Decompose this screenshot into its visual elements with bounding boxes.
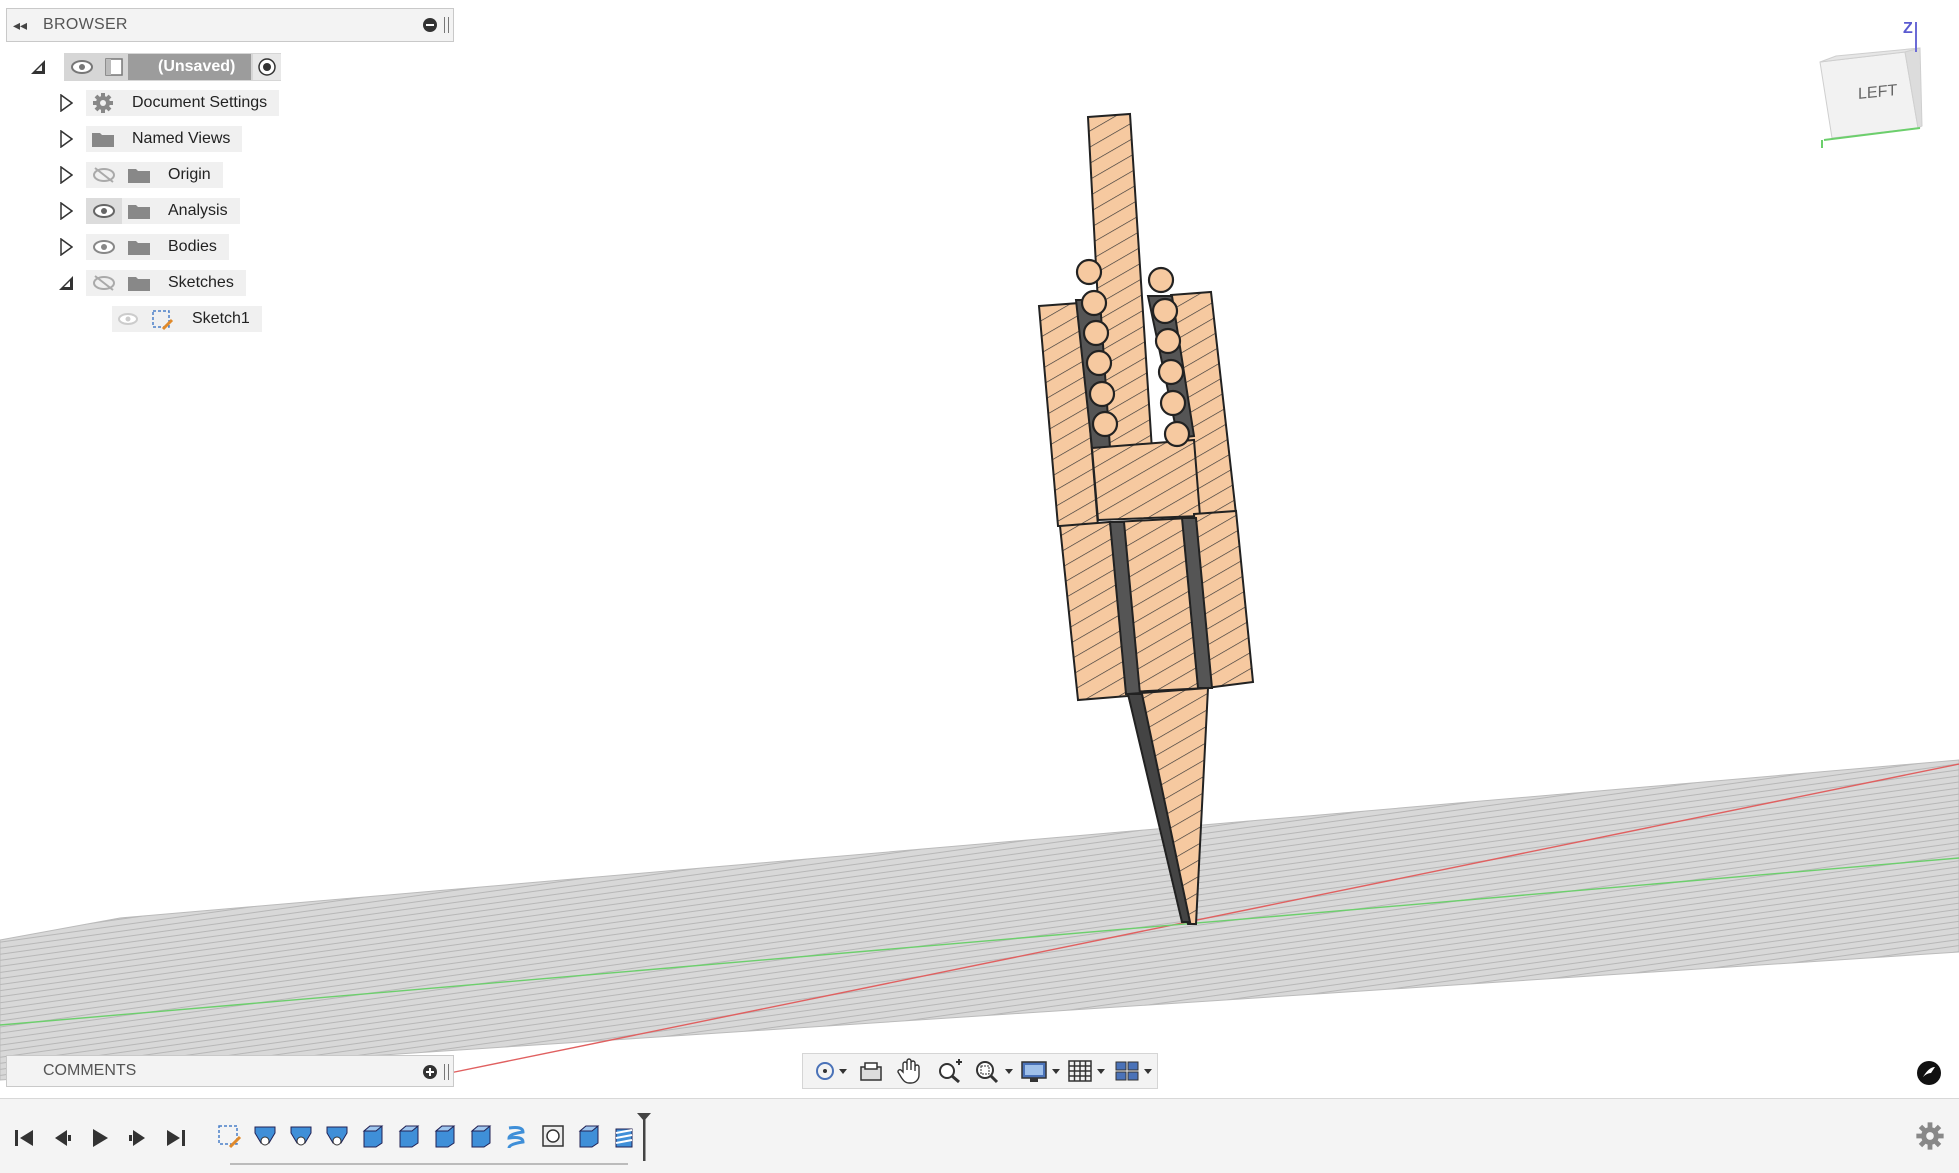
extrude-icon[interactable] [358, 1121, 388, 1151]
look-at-icon[interactable] [852, 1056, 889, 1086]
extrude-icon[interactable] [466, 1121, 496, 1151]
timeline-marker[interactable] [636, 1113, 652, 1161]
model-canvas [0, 22, 1959, 1081]
collapse-triangle-icon[interactable] [56, 273, 76, 293]
tree-item-label[interactable]: Sketch1 [180, 306, 262, 332]
expand-triangle-icon[interactable] [56, 237, 76, 257]
revolve-icon[interactable] [322, 1121, 352, 1151]
gear-icon [86, 90, 120, 116]
skip-to-end-icon[interactable] [162, 1125, 190, 1151]
eye-hidden-icon[interactable] [86, 162, 122, 188]
revolve-icon[interactable] [286, 1121, 316, 1151]
fit-icon[interactable] [970, 1056, 1015, 1086]
step-forward-icon[interactable] [124, 1125, 152, 1151]
pin-panel-icon[interactable] [423, 18, 437, 32]
component-icon [100, 54, 128, 80]
tree-item-document-settings[interactable]: Document Settings [56, 89, 280, 117]
pan-icon[interactable] [892, 1056, 929, 1086]
ground-plane [0, 759, 1959, 1081]
step-back-icon[interactable] [48, 1125, 76, 1151]
tree-item-label[interactable]: Named Views [120, 126, 243, 152]
expand-triangle-icon[interactable] [56, 201, 76, 221]
eye-icon[interactable] [86, 198, 122, 224]
tree-item-label[interactable]: Analysis [156, 198, 240, 224]
view-cube-axis-z: Z [1903, 20, 1913, 37]
fusion-logo-icon [1917, 1061, 1941, 1085]
tree-item-bodies[interactable]: Bodies [56, 233, 229, 261]
comments-title: COMMENTS [43, 1062, 137, 1079]
root-label[interactable]: (Unsaved) [128, 54, 252, 80]
tree-root[interactable]: (Unsaved) [28, 53, 282, 81]
tree-item-named-views[interactable]: Named Views [56, 125, 243, 153]
sketch-icon [144, 306, 180, 332]
display-settings-icon[interactable] [1017, 1056, 1062, 1086]
skip-to-start-icon[interactable] [10, 1125, 38, 1151]
play-icon[interactable] [86, 1125, 114, 1151]
tree-item-origin[interactable]: Origin [56, 161, 223, 189]
add-comment-icon[interactable] [423, 1065, 437, 1079]
tree-item-label[interactable]: Origin [156, 162, 223, 188]
browser-title: BROWSER [43, 16, 128, 33]
revolve-icon[interactable] [250, 1121, 280, 1151]
tree-item-sketch1[interactable]: Sketch1 [112, 305, 262, 333]
eye-hidden-icon[interactable] [86, 270, 122, 296]
tree-item-label[interactable]: Sketches [156, 270, 246, 296]
tree-item-label[interactable]: Document Settings [120, 90, 280, 116]
extrude-icon[interactable] [394, 1121, 424, 1151]
pencil-section-model [1037, 112, 1255, 925]
folder-icon [122, 234, 156, 260]
panel-grip-icon[interactable] [444, 17, 449, 33]
expand-triangle-icon[interactable] [56, 165, 76, 185]
navigation-toolbar [802, 1053, 1158, 1089]
viewports-icon[interactable] [1112, 1056, 1157, 1086]
eye-icon[interactable] [86, 234, 122, 260]
eye-icon[interactable] [64, 54, 100, 80]
zoom-icon[interactable] [931, 1056, 968, 1086]
collapse-panel-icon[interactable]: ◂◂ [7, 9, 33, 41]
grid-icon[interactable] [1065, 1056, 1110, 1086]
folder-icon [122, 162, 156, 188]
comments-panel-header: COMMENTS [6, 1055, 454, 1087]
extrude-icon[interactable] [430, 1121, 460, 1151]
orbit-icon[interactable] [809, 1056, 850, 1086]
eye-icon[interactable] [112, 306, 144, 332]
tree-item-label[interactable]: Bodies [156, 234, 229, 260]
expand-triangle-icon[interactable] [56, 93, 76, 113]
activate-radio-icon[interactable] [253, 54, 282, 80]
panel-grip-icon[interactable] [444, 1064, 449, 1080]
folder-icon [122, 270, 156, 296]
extrude-icon[interactable] [574, 1121, 604, 1151]
canvas-viewport[interactable]: LEFT Z [0, 0, 1959, 1100]
folder-icon [122, 198, 156, 224]
tree-item-sketches[interactable]: Sketches [56, 269, 246, 297]
sketch-icon[interactable] [214, 1121, 244, 1151]
coil-icon[interactable] [502, 1121, 532, 1151]
browser-panel-header: ◂◂ BROWSER [6, 8, 454, 42]
timeline-track [230, 1155, 628, 1165]
collapse-triangle-icon[interactable] [28, 57, 48, 77]
timeline-bar [0, 1098, 1959, 1173]
expand-triangle-icon[interactable] [56, 129, 76, 149]
timeline-settings-gear-icon[interactable] [1915, 1121, 1947, 1153]
folder-icon [86, 126, 120, 152]
section-icon[interactable] [538, 1121, 568, 1151]
tree-item-analysis[interactable]: Analysis [56, 197, 240, 225]
